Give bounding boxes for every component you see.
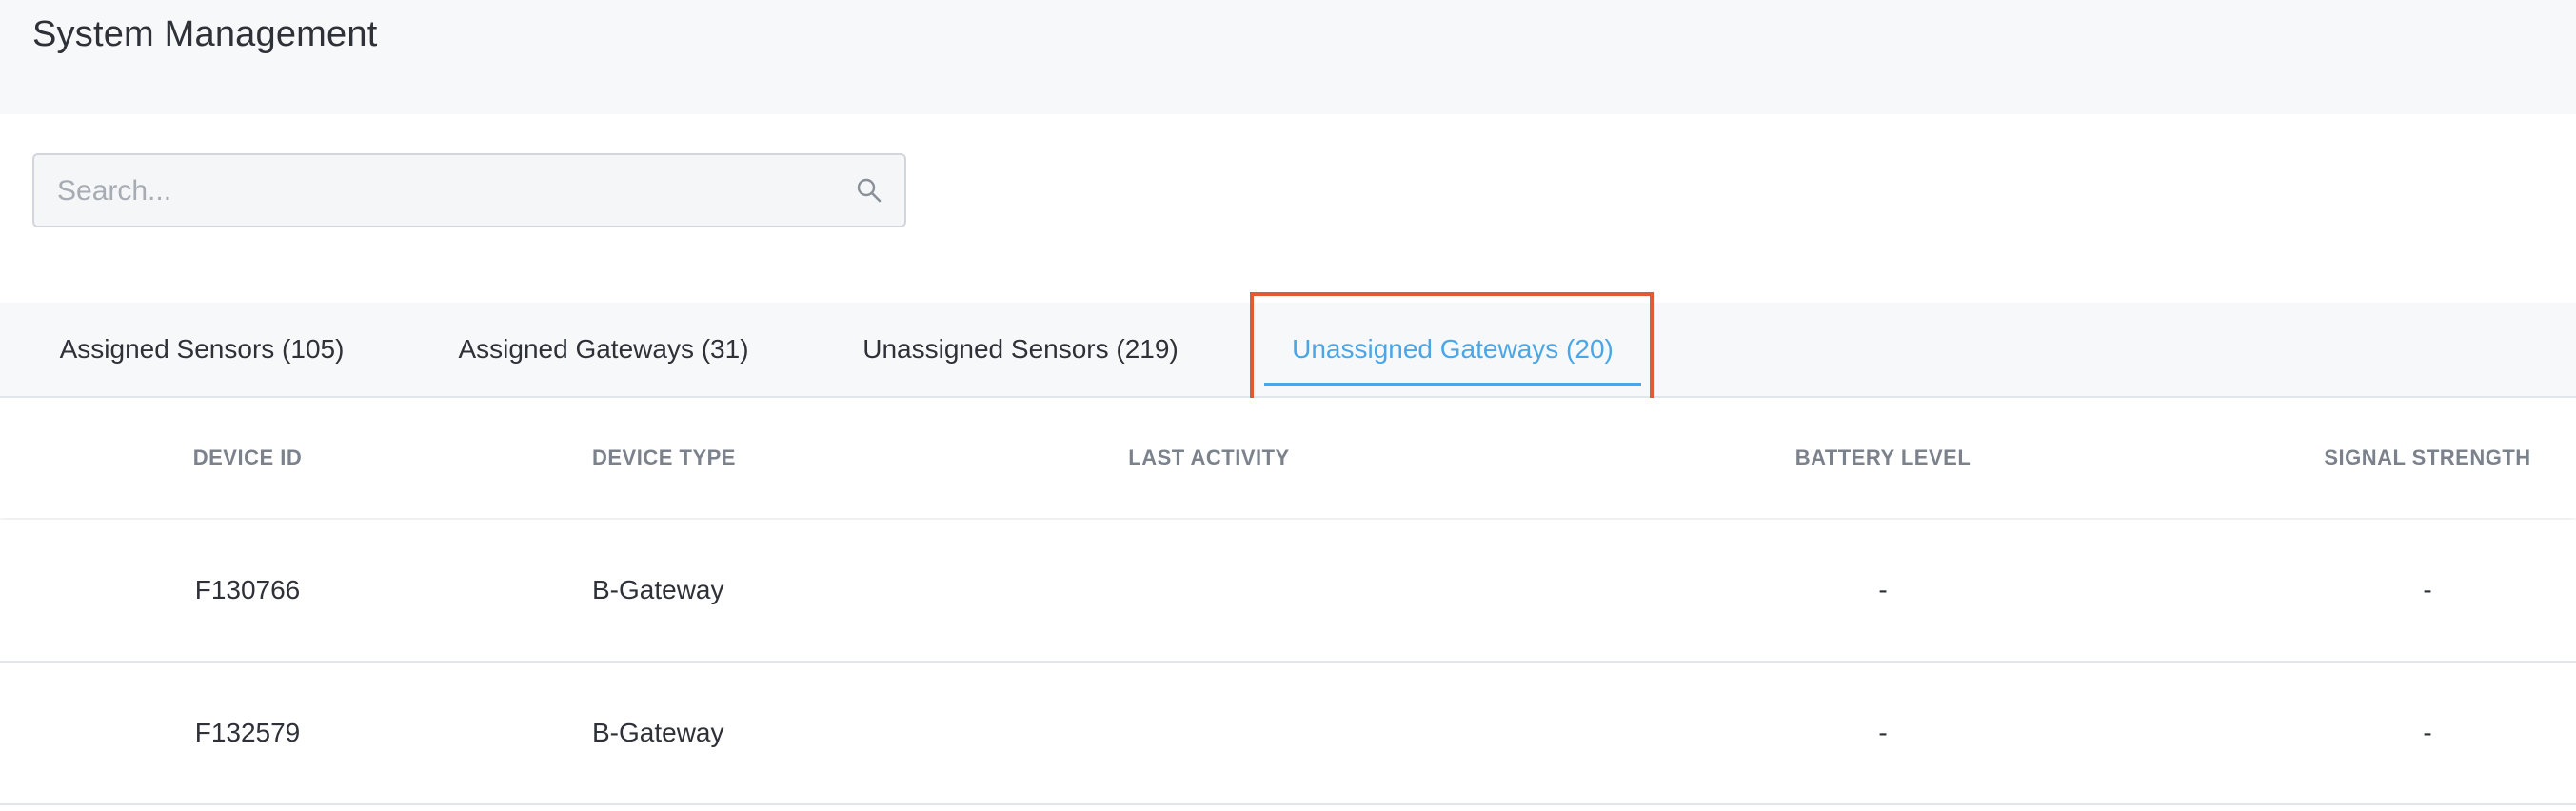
column-header-last-activity[interactable]: LAST ACTIVITY	[1095, 398, 1323, 518]
tab-unassigned-gateways[interactable]: Unassigned Gateways (20)	[1264, 303, 1641, 396]
tab-label: Unassigned Gateways (20)	[1292, 334, 1614, 364]
page-header: System Management	[0, 0, 2576, 114]
column-header-signal-strength[interactable]: SIGNAL STRENGTH	[2323, 398, 2532, 518]
tab-assigned-sensors[interactable]: Assigned Sensors (105)	[60, 303, 345, 396]
search-box[interactable]	[32, 153, 906, 227]
tab-assigned-gateways[interactable]: Assigned Gateways (31)	[458, 303, 748, 396]
tab-label: Assigned Sensors (105)	[59, 334, 345, 364]
column-header-device-type[interactable]: DEVICE TYPE	[592, 398, 736, 518]
page-title: System Management	[32, 14, 378, 54]
battery-level-cell: -	[1878, 718, 1888, 747]
search-input[interactable]	[55, 155, 840, 227]
column-header-device-id[interactable]: DEVICE ID	[171, 398, 324, 518]
tab-label: Unassigned Sensors (219)	[862, 334, 1179, 364]
column-header-battery-level[interactable]: BATTERY LEVEL	[1790, 398, 1976, 518]
device-id-cell: F132579	[194, 718, 301, 747]
table-header: DEVICE ID DEVICE TYPE LAST ACTIVITY BATT…	[0, 398, 2576, 518]
signal-strength-cell: -	[2423, 718, 2432, 747]
table-row[interactable]: F130766 B-Gateway - -	[0, 520, 2576, 663]
page: System Management Assigned Sensors (105)…	[0, 0, 2576, 811]
tabs-bar: Assigned Sensors (105) Assigned Gateways…	[0, 303, 2576, 398]
active-tab-underline	[1264, 383, 1641, 386]
last-activity-cell	[1095, 520, 1323, 661]
search-icon[interactable]	[855, 176, 883, 205]
device-id-cell: F130766	[194, 575, 301, 604]
tab-label: Assigned Gateways (31)	[458, 334, 749, 364]
last-activity-cell	[1095, 663, 1323, 803]
battery-level-cell: -	[1878, 575, 1888, 604]
device-type-cell: B-Gateway	[592, 575, 724, 604]
tab-unassigned-sensors[interactable]: Unassigned Sensors (219)	[862, 303, 1179, 396]
device-type-cell: B-Gateway	[592, 718, 724, 747]
signal-strength-cell: -	[2423, 575, 2432, 604]
table-row[interactable]: F132579 B-Gateway - -	[0, 663, 2576, 805]
